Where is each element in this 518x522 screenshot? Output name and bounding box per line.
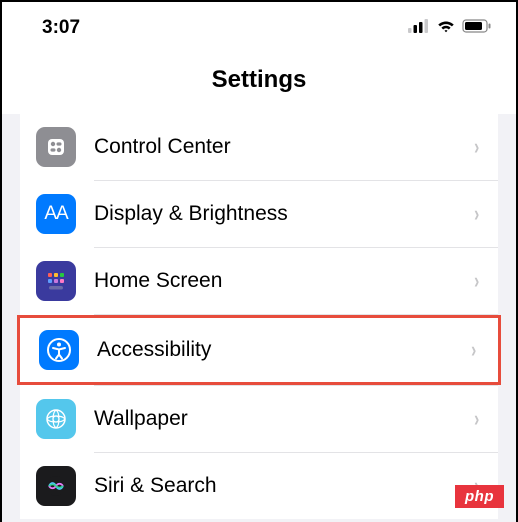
display-icon: AA [36,194,76,234]
settings-list: Control Center › AA Display & Brightness… [20,114,498,519]
chevron-right-icon: › [474,134,479,160]
home-screen-icon [36,261,76,301]
row-siri-search[interactable]: Siri & Search › [20,453,498,519]
row-label: Accessibility [97,338,470,362]
row-accessibility[interactable]: Accessibility › [17,315,501,385]
chevron-right-icon: › [474,201,479,227]
status-icons [408,19,492,38]
siri-icon [36,466,76,506]
row-display-brightness[interactable]: AA Display & Brightness › [20,181,498,247]
row-label: Display & Brightness [94,202,473,226]
row-control-center[interactable]: Control Center › [20,114,498,180]
row-home-screen[interactable]: Home Screen › [20,248,498,314]
settings-list-container: Control Center › AA Display & Brightness… [2,114,516,522]
wifi-icon [436,19,456,38]
row-label: Wallpaper [94,407,473,431]
row-label: Control Center [94,135,473,159]
battery-icon [462,19,492,38]
chevron-right-icon: › [474,268,479,294]
page-title: Settings [2,50,516,114]
accessibility-icon [39,330,79,370]
chevron-right-icon: › [471,337,476,363]
row-label: Home Screen [94,269,473,293]
watermark: php [455,485,504,508]
status-bar: 3:07 [2,2,516,50]
status-time: 3:07 [42,17,80,39]
row-label: Siri & Search [94,474,473,498]
signal-icon [408,19,430,38]
wallpaper-icon [36,399,76,439]
row-wallpaper[interactable]: Wallpaper › [20,386,498,452]
chevron-right-icon: › [474,406,479,432]
control-center-icon [36,127,76,167]
